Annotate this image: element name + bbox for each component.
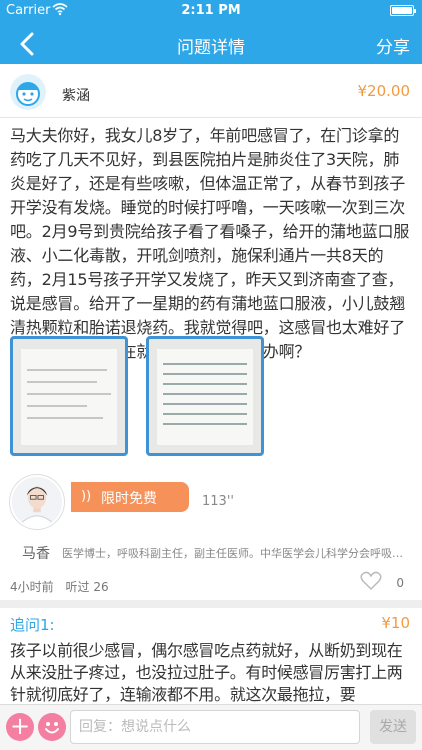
- question-price: ¥20.00: [357, 82, 411, 100]
- photo-thumbnail[interactable]: [10, 336, 128, 456]
- listened-count: 26: [93, 580, 109, 594]
- question-text: 马大夫你好，我女儿8岁了，年前吧感冒了，在门诊拿的药吃了几天不见好，到县医院拍片…: [10, 126, 410, 361]
- doctor-title: 医学博士，呼吸科副主任，副主任医师。中华医学会儿科学分会呼吸学组委员: [62, 547, 412, 560]
- asker-header: 紫涵 ¥20.00: [0, 64, 422, 118]
- followup-text: 孩子以前很少感冒，偶尔感冒吃点药就好，从断奶到现在从来没肚子疼过，也没拉过肚子。…: [10, 641, 403, 704]
- voice-duration: 113'': [202, 494, 234, 509]
- sound-wave-icon: )): [81, 489, 92, 504]
- asker-avatar[interactable]: [10, 74, 46, 110]
- clock: 2:11 PM: [181, 3, 241, 18]
- heart-icon[interactable]: [360, 571, 382, 591]
- answer-meta: 4小时前 听过 26: [10, 578, 109, 595]
- page-title: 问题详情: [177, 38, 245, 58]
- answer-time: 4小时前: [10, 580, 54, 594]
- section-divider: [0, 600, 422, 608]
- battery-icon: [390, 5, 416, 16]
- photo-list: [10, 336, 270, 456]
- photo-thumbnail[interactable]: [146, 336, 264, 456]
- like-count: 0: [396, 576, 404, 590]
- voice-answer-button[interactable]: )) 限时免费: [71, 482, 189, 512]
- doctor-name[interactable]: 马香: [22, 543, 50, 563]
- send-button[interactable]: 发送: [370, 710, 416, 744]
- top-bar: Carrier 2:11 PM 问题详情 分享: [0, 0, 422, 64]
- reply-bar: + 发送: [0, 704, 422, 750]
- status-bar: Carrier 2:11 PM: [0, 0, 422, 20]
- plus-icon[interactable]: +: [6, 713, 34, 741]
- voice-answer-label: 限时免费: [101, 491, 157, 507]
- followup-title: 追问1:: [10, 616, 55, 634]
- emoji-icon[interactable]: [38, 713, 66, 741]
- reply-input[interactable]: [70, 710, 360, 744]
- listened-label: 听过: [65, 580, 90, 594]
- share-button[interactable]: 分享: [376, 33, 410, 58]
- asker-name[interactable]: 紫涵: [62, 85, 90, 105]
- followup-price: ¥10: [381, 614, 410, 632]
- doctor-avatar[interactable]: [10, 475, 64, 529]
